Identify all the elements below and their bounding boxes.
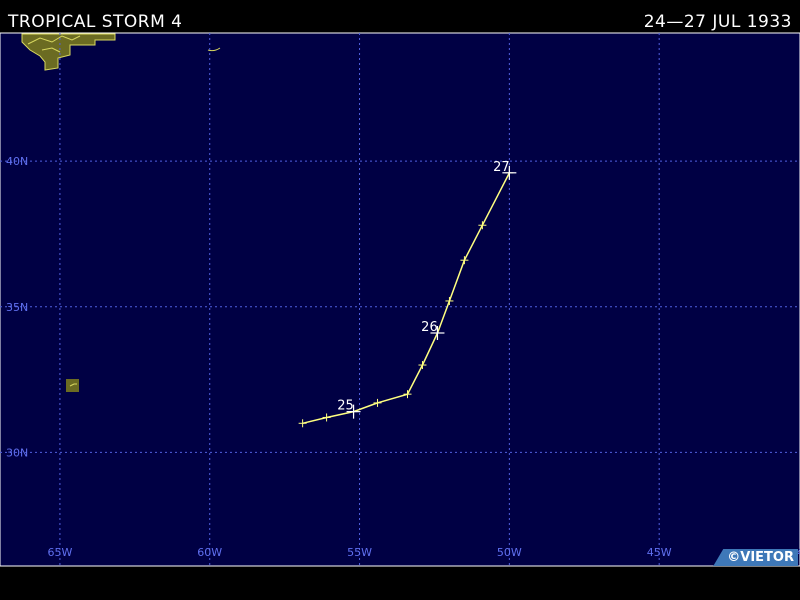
lon-label: 65W bbox=[47, 546, 72, 559]
lon-label: 50W bbox=[497, 546, 522, 559]
lat-label: 30N bbox=[6, 446, 28, 459]
lon-label: 55W bbox=[347, 546, 372, 559]
credit-badge: ©VIETOR bbox=[713, 549, 798, 566]
bermuda-island bbox=[66, 379, 79, 392]
lat-label: 40N bbox=[6, 155, 28, 168]
lon-label: 60W bbox=[197, 546, 222, 559]
lat-label: 35N bbox=[6, 301, 28, 314]
day-label: 27 bbox=[493, 160, 510, 175]
day-label: 25 bbox=[337, 399, 354, 414]
day-label: 26 bbox=[421, 320, 438, 335]
lon-label: 45W bbox=[647, 546, 672, 559]
track-map: 65W60W55W50W45W40W40N35N30N 252627 bbox=[0, 32, 800, 567]
ocean-area bbox=[0, 32, 800, 567]
